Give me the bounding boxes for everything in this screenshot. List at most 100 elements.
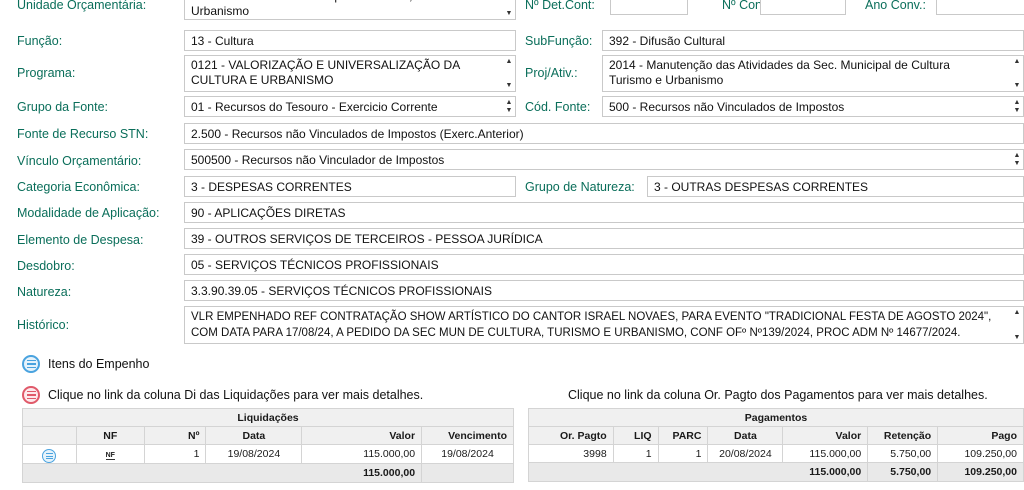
natureza-field[interactable]: 3.3.90.39.05 - SERVIÇOS TÉCNICOS PROFISS…: [184, 280, 1024, 301]
conv-field[interactable]: [760, 0, 846, 15]
pag-total-valor: 115.000,00: [527, 462, 869, 482]
itens-empenho-label: Itens do Empenho: [48, 357, 150, 371]
proj-ativ-label: Proj/Ativ.:: [525, 66, 578, 80]
vinculo-scroll[interactable]: ▲ ▼: [1013, 152, 1021, 167]
vinculo-value: 500500 - Recursos não Vinculador de Impo…: [191, 153, 445, 167]
grupo-fonte-value: 01 - Recursos do Tesouro - Exercicio Cor…: [191, 100, 438, 114]
liq-detail-cell[interactable]: [22, 444, 77, 464]
modalidade-field[interactable]: 90 - APLICAÇÕES DIRETAS: [184, 202, 1024, 223]
pagamentos-hint: Clique no link da coluna Or. Pagto dos P…: [568, 388, 988, 402]
liq-total-valor: 115.000,00: [21, 463, 423, 483]
pag-or-pagto-link[interactable]: 3998: [528, 444, 614, 463]
cod-fonte-label: Cód. Fonte:: [525, 100, 591, 114]
pag-col-data[interactable]: Data: [707, 426, 784, 445]
fonte-stn-label: Fonte de Recurso STN:: [17, 127, 149, 141]
cod-fonte-field[interactable]: 500 - Recursos não Vinculados de Imposto…: [602, 96, 1024, 117]
fonte-stn-field[interactable]: 2.500 - Recursos não Vinculados de Impos…: [184, 123, 1024, 144]
pag-col-pago[interactable]: Pago: [937, 426, 1024, 445]
unidade-field[interactable]: 030101 - Secretaria Municipal de Cultura…: [184, 0, 516, 20]
liquidacoes-hint-text: Clique no link da coluna Di das Liquidaç…: [48, 388, 424, 402]
elemento-label: Elemento de Despesa:: [17, 233, 144, 247]
liq-valor-cell: 115.000,00: [301, 444, 423, 464]
pag-valor-cell: 115.000,00: [782, 444, 869, 463]
table-row: NF 1 19/08/2024 115.000,00 19/08/2024: [22, 444, 514, 464]
liquidacoes-hint: Clique no link da coluna Di das Liquidaç…: [22, 386, 423, 404]
pag-col-or-pagto[interactable]: Or. Pagto: [528, 426, 614, 445]
historico-value: VLR EMPENHADO REF CONTRATAÇÃO SHOW ARTÍS…: [191, 311, 992, 339]
pag-parc-cell: 1: [657, 444, 709, 463]
pag-retencao-cell: 5.750,00: [867, 444, 939, 463]
programa-scroll[interactable]: ▲ ▼: [505, 58, 513, 89]
unidade-label: Unidade Orçamentária:: [17, 0, 147, 12]
pagamentos-table: Pagamentos Or. Pagto LIQ PARC Data Valor…: [527, 408, 1024, 482]
pag-col-liq[interactable]: LIQ: [612, 426, 659, 445]
subfuncao-label: SubFunção:: [525, 34, 593, 48]
vinculo-label: Vínculo Orçamentário:: [17, 154, 142, 168]
pag-col-retencao[interactable]: Retenção: [867, 426, 939, 445]
liq-col-nf[interactable]: NF: [75, 426, 145, 445]
proj-ativ-scroll[interactable]: ▲ ▼: [1013, 58, 1021, 89]
pag-total-row: 115.000,00 5.750,00 109.250,00: [527, 462, 1024, 482]
pagamentos-hint-text: Clique no link da coluna Or. Pagto dos P…: [568, 388, 988, 402]
list-icon: [22, 355, 40, 373]
historico-field[interactable]: VLR EMPENHADO REF CONTRATAÇÃO SHOW ARTÍS…: [184, 306, 1024, 344]
liquidacoes-title: Liquidações: [22, 408, 514, 427]
cod-fonte-value: 500 - Recursos não Vinculados de Imposto…: [609, 100, 845, 114]
desdobro-label: Desdobro:: [17, 259, 75, 273]
grupo-natureza-label: Grupo de Natureza:: [525, 180, 635, 194]
liquidacoes-table: Liquidações NF Nº Data Valor Vencimento …: [21, 408, 514, 483]
pag-col-parc[interactable]: PARC: [657, 426, 709, 445]
liq-num-cell: 1: [143, 444, 207, 464]
pag-liq-cell: 1: [612, 444, 659, 463]
historico-label: Histórico:: [17, 318, 70, 332]
liq-data-cell: 19/08/2024: [205, 444, 303, 464]
vinculo-field[interactable]: 500500 - Recursos não Vinculador de Impo…: [184, 149, 1024, 170]
funcao-label: Função:: [17, 34, 63, 48]
unidade-value: 030101 - Secretaria Municipal de Cultura…: [191, 0, 468, 18]
modalidade-label: Modalidade de Aplicação:: [17, 206, 160, 220]
liq-nf-cell[interactable]: NF: [75, 444, 145, 464]
historico-scroll[interactable]: ▲ ▼: [1013, 309, 1021, 341]
nf-icon[interactable]: NF: [105, 452, 115, 460]
det-cont-field[interactable]: [610, 0, 688, 15]
proj-ativ-value: 2014 - Manutenção das Atividades da Sec.…: [609, 58, 950, 87]
categoria-label: Categoria Econômica:: [17, 180, 140, 194]
unidade-scroll[interactable]: ▼: [505, 0, 513, 17]
grupo-fonte-label: Grupo da Fonte:: [17, 100, 109, 114]
grupo-fonte-scroll[interactable]: ▲ ▼: [505, 99, 513, 114]
liq-col-num[interactable]: Nº: [143, 426, 207, 445]
pag-pago-cell: 109.250,00: [937, 444, 1024, 463]
proj-ativ-field[interactable]: 2014 - Manutenção das Atividades da Sec.…: [602, 55, 1024, 92]
categoria-field[interactable]: 3 - DESPESAS CORRENTES: [184, 176, 516, 197]
funcao-field[interactable]: 13 - Cultura: [184, 30, 516, 51]
liq-col-vencimento[interactable]: Vencimento: [421, 426, 514, 445]
desdobro-field[interactable]: 05 - SERVIÇOS TÉCNICOS PROFISSIONAIS: [184, 254, 1024, 275]
pag-total-pago: 109.250,00: [937, 462, 1024, 482]
list-icon[interactable]: [42, 449, 57, 463]
natureza-label: Natureza:: [17, 285, 72, 299]
pag-data-cell: 20/08/2024: [707, 444, 784, 463]
ano-conv-label: Ano Conv.:: [865, 0, 926, 12]
liq-col-valor[interactable]: Valor: [301, 426, 423, 445]
programa-label: Programa:: [17, 66, 76, 80]
programa-field[interactable]: 0121 - VALORIZAÇÃO E UNIVERSALIZAÇÃO DA …: [184, 55, 516, 92]
pag-col-valor[interactable]: Valor: [782, 426, 869, 445]
pagamentos-title: Pagamentos: [528, 408, 1024, 427]
itens-empenho-link[interactable]: Itens do Empenho: [22, 355, 149, 373]
grupo-fonte-field[interactable]: 01 - Recursos do Tesouro - Exercicio Cor…: [184, 96, 516, 117]
liq-col-data[interactable]: Data: [205, 426, 303, 445]
liq-venc-cell: 19/08/2024: [421, 444, 514, 464]
programa-value: 0121 - VALORIZAÇÃO E UNIVERSALIZAÇÃO DA …: [191, 58, 460, 87]
liq-total-row: 115.000,00: [21, 463, 514, 483]
pag-total-retencao: 5.750,00: [867, 462, 939, 482]
grupo-natureza-field[interactable]: 3 - OUTRAS DESPESAS CORRENTES: [647, 176, 1024, 197]
cod-fonte-scroll[interactable]: ▲ ▼: [1013, 99, 1021, 114]
ano-conv-field[interactable]: [936, 0, 1024, 15]
list-icon: [22, 386, 40, 404]
det-cont-label: Nº Det.Cont:: [525, 0, 595, 12]
liq-total-empty: [421, 463, 514, 483]
elemento-field[interactable]: 39 - OUTROS SERVIÇOS DE TERCEIROS - PESS…: [184, 228, 1024, 249]
subfuncao-field[interactable]: 392 - Difusão Cultural: [602, 30, 1024, 51]
liq-col-icon: [22, 426, 77, 445]
table-row: 3998 1 1 20/08/2024 115.000,00 5.750,00 …: [528, 444, 1024, 463]
